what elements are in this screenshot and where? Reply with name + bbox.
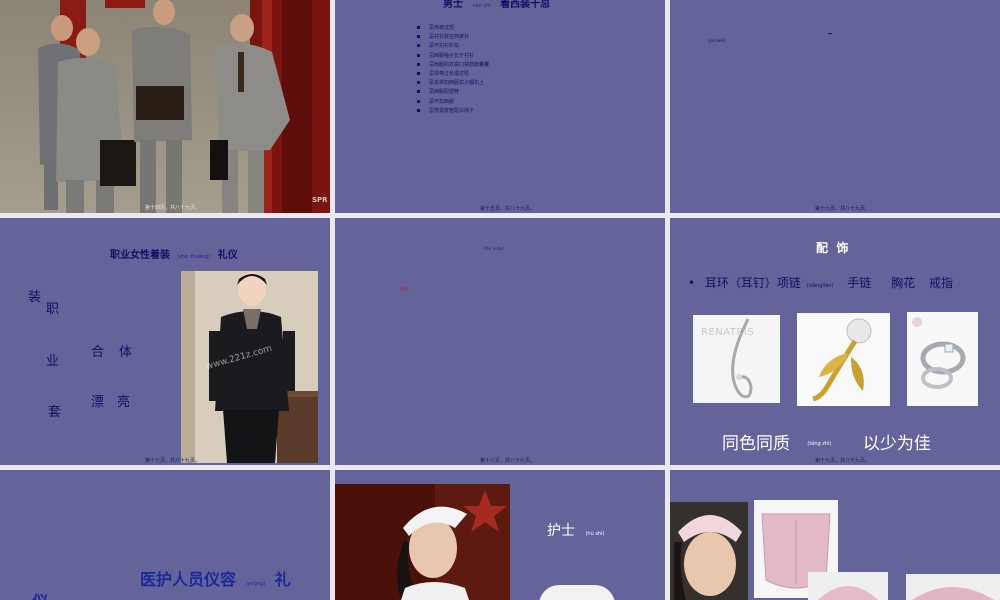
nurse-label: 护士 (hù shì): [547, 520, 604, 540]
list-item: 忌衬衫放在西裤外: [417, 33, 489, 42]
bullet: •: [688, 276, 696, 290]
list-item: 忌穿黑皮鞋配白袜子: [417, 107, 489, 116]
list-item: 忌西裤过短: [417, 24, 489, 33]
phrase-char: 亮: [117, 395, 131, 410]
accessory-item: 戒指: [928, 276, 953, 290]
motto-part: 以少为佳: [862, 434, 931, 454]
slide-note: (yúnwéi): [708, 38, 726, 43]
slide-footer: 第十六页，共八十九页。: [815, 206, 871, 212]
list-item: 忌领带过长或过短: [417, 70, 489, 79]
necklace-photo: RENATRIS: [693, 315, 780, 403]
slide-footer: 第十五页，共八十九页。: [480, 206, 536, 212]
slide-thumbnail-3[interactable]: (yúnwéi) 第十六页，共八十九页。: [670, 0, 1000, 213]
list-item: 忌单排扣西服扣子都扣上: [417, 79, 489, 88]
businesswoman-photo: www.221z.com: [181, 271, 318, 463]
title-rest: 着西装十忌: [500, 0, 551, 10]
list-item: 忌西服袖子长于衬衫: [417, 52, 489, 61]
slide-thumbnail-8[interactable]: 护士 (hù shì): [335, 470, 665, 600]
phrase-char: 漂: [91, 395, 105, 410]
accessory-line: • 耳环（耳钉）项链 (xiàngliàn) 手链 胸花 戒指: [688, 274, 953, 291]
list-item: 忌西服配便鞋: [417, 88, 489, 97]
slide-footer: 第十九页，共八十九页。: [815, 458, 871, 464]
list-item: 忌西服的衣袋口袋鼓鼓囊囊: [417, 61, 489, 70]
nurse-portrait-photo: [670, 502, 748, 600]
slide-title: 配 饰: [816, 241, 849, 255]
motto-pinyin: (tóng zhì): [807, 441, 832, 447]
brooch-photo: [797, 313, 890, 406]
title-main: 医护人员仪容: [140, 570, 237, 589]
title-rest: 礼: [274, 570, 291, 589]
title-main: 职业女性着装: [110, 250, 170, 261]
motto-part: 同色同质: [722, 434, 790, 454]
taboo-list: 忌西裤过短 忌衬衫放在西裤外 忌不扣衬衫扣 忌西服袖子长于衬衫 忌西服的衣袋口袋…: [417, 24, 489, 116]
slide-footer: 第十八页，共八十九页。: [480, 458, 536, 464]
slide-thumbnail-6[interactable]: 配 饰 • 耳环（耳钉）项链 (xiàngliàn) 手链 胸花 戒指 RENA…: [670, 218, 1000, 465]
title-pinyin: nán shì: [472, 3, 491, 9]
list-item: 忌不扣西服: [417, 98, 489, 107]
ring-photo: [907, 312, 978, 406]
accessory-item: 胸花: [891, 276, 916, 290]
accessory-item: 耳环（耳钉）项链: [704, 276, 801, 290]
title-pinyin: (yíróng): [245, 581, 266, 587]
accessory-item: 手链: [847, 276, 872, 290]
nurse-photo: [335, 484, 510, 600]
corner-char: 仪: [32, 588, 48, 600]
accessory-pinyin: (xiàngliàn): [806, 283, 834, 289]
motto-line: 同色同质 (tóng zhì) 以少为佳: [722, 429, 931, 454]
title-rest: 礼仪: [217, 250, 238, 261]
slide-title: 职业女性着装 (zhe zhuāng) 礼仪: [110, 246, 238, 261]
phrase-char: 体: [119, 345, 133, 360]
red-label: 配饰: [401, 286, 409, 291]
label-text: 护士: [547, 523, 575, 539]
slide-title: 男士 nán shì 着西装十忌: [443, 0, 550, 10]
phrase-char: 合: [91, 345, 105, 360]
vertical-char: 装: [28, 290, 42, 305]
title-main: 男士: [443, 0, 463, 10]
slide-thumbnail-4[interactable]: 职业女性着装 (zhe zhuāng) 礼仪 装 职 业 套 合 体 漂 亮 w…: [0, 218, 330, 465]
nurse-cap-photo: [808, 572, 888, 600]
small-dash: [828, 33, 832, 34]
slide-note: （fēn yuǎn）: [481, 246, 507, 251]
nurse-cap-photo: [906, 574, 1000, 600]
slide-thumbnail-2[interactable]: 男士 nán shì 着西装十忌 忌西裤过短 忌衬衫放在西裤外 忌不扣衬衫扣 忌…: [335, 0, 665, 213]
vertical-char: 业: [46, 354, 60, 369]
slide-thumbnail-9[interactable]: [670, 470, 1000, 600]
slide-footer: 第十四页，共八十九页。: [145, 205, 201, 211]
slide-thumbnail-5[interactable]: （fēn yuǎn） 配饰 第十八页，共八十九页。: [335, 218, 665, 465]
slide-footer: 第十七页，共八十九页。: [145, 458, 201, 464]
title-pinyin: (zhe zhuāng): [177, 254, 211, 260]
slide-thumbnail-1[interactable]: 第十四页，共八十九页。 SPR: [0, 0, 330, 213]
slide-thumbnail-7[interactable]: 医护人员仪容 (yíróng) 礼 仪: [0, 470, 330, 600]
nurse-cap-photo: [539, 585, 615, 600]
photo-watermark: SPR: [312, 196, 328, 204]
slide-title: 医护人员仪容 (yíróng) 礼: [140, 566, 291, 590]
list-item: 忌不扣衬衫扣: [417, 42, 489, 51]
vertical-char: 职: [46, 302, 60, 317]
label-pinyin: (hù shì): [585, 531, 605, 537]
vertical-char: 套: [48, 405, 62, 420]
men-suits-photo: [0, 0, 330, 213]
